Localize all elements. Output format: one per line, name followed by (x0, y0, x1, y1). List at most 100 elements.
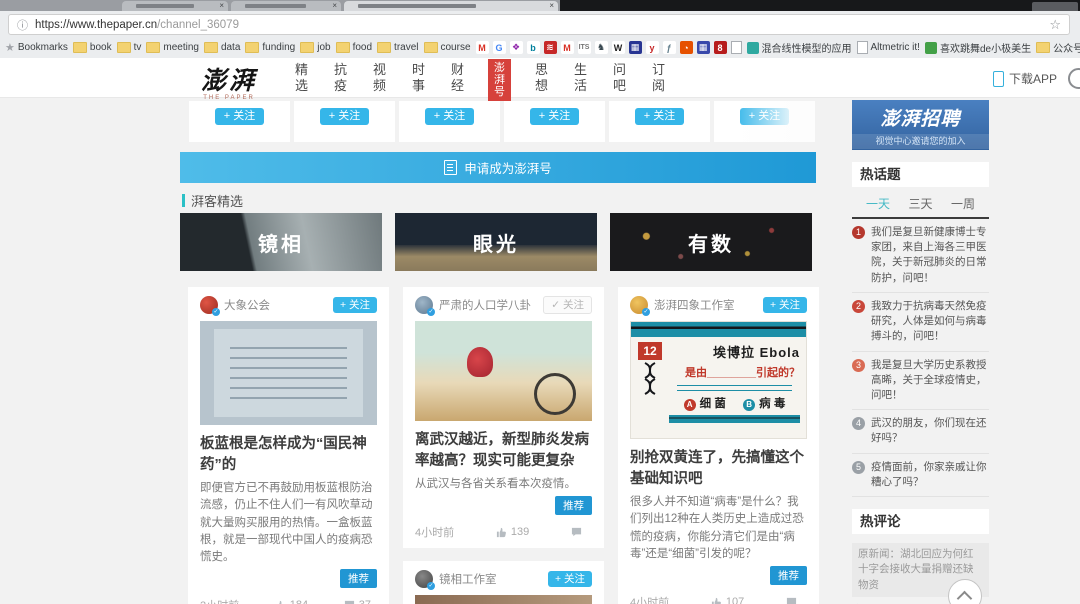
follow-button[interactable]: + 关注 (425, 108, 474, 125)
article-image-partial[interactable] (415, 595, 592, 604)
recruit-banner[interactable]: 澎湃招聘 视觉中心邀请您的加入 (852, 100, 989, 150)
bookmark-item[interactable]: job (300, 42, 330, 53)
bookmark-item[interactable]: 喜欢跳舞de小极美生 (925, 40, 1031, 55)
account-avatar[interactable]: ✓ (630, 296, 648, 314)
search-icon[interactable] (1068, 68, 1080, 89)
account-name[interactable]: 大象公会 (224, 297, 327, 313)
article-title[interactable]: 板蓝根是怎样成为“国民神药”的 (200, 434, 377, 475)
account-name[interactable]: 严肃的人口学八卦 (439, 297, 537, 313)
suggested-account-card[interactable]: + 关注 (399, 101, 500, 142)
bookmark-item[interactable]: food (336, 42, 372, 53)
nav-item-subscribe[interactable]: 订阅 (650, 62, 667, 95)
browser-tab[interactable]: × (122, 1, 228, 11)
suggested-account-card[interactable]: + 关注 (714, 101, 815, 142)
page-info-icon[interactable]: ⓘ (17, 17, 28, 33)
comment-count[interactable]: 37 (344, 599, 371, 604)
favicon-bookmark[interactable]: ▦ (629, 41, 642, 54)
suggested-account-card[interactable]: + 关注 (609, 101, 710, 142)
suggested-account-card[interactable]: + 关注 (504, 101, 605, 142)
browser-tab[interactable]: × (231, 1, 341, 11)
follow-button[interactable]: + 关注 (763, 297, 807, 313)
favicon-bookmark[interactable]: ≋ (544, 41, 557, 54)
follow-button[interactable]: + 关注 (635, 108, 684, 125)
suggested-account-card[interactable]: + 关注 (189, 101, 290, 142)
bookmark-item[interactable]: meeting (146, 42, 199, 53)
topic-item[interactable]: 4武汉的朋友，你们现在还好吗？ (852, 410, 989, 453)
bookmark-item[interactable]: travel (377, 42, 418, 53)
nav-item-ask[interactable]: 问吧 (611, 62, 628, 95)
channel-banner-yanguang[interactable]: 眼光 (395, 213, 597, 271)
like-count[interactable]: 107 (711, 596, 744, 604)
browser-tab-active[interactable]: × (344, 1, 558, 11)
channel-banner-youshu[interactable]: 有数 (610, 213, 812, 271)
comment-count[interactable] (571, 527, 586, 538)
topic-item[interactable]: 2我致力于抗病毒天然免疫研究，人体是如何与病毒搏斗的，问吧！ (852, 293, 989, 352)
tab-one-day[interactable]: 一天 (866, 195, 890, 212)
favicon-bookmark[interactable]: ƒ (663, 41, 676, 54)
favicon-bookmark[interactable]: ▦ (697, 41, 710, 54)
favicon-bookmark[interactable]: b (527, 41, 540, 54)
nav-item-featured[interactable]: 精选 (293, 62, 310, 95)
article-image-poster[interactable] (415, 321, 592, 421)
nav-item-life[interactable]: 生活 (572, 62, 589, 95)
tab-close-icon[interactable]: × (332, 0, 337, 11)
nav-item-penpai-hao-active[interactable]: 澎湃号 (488, 59, 511, 101)
favicon-bookmark[interactable]: 8 (714, 41, 727, 54)
topic-item[interactable]: 3我是复旦大学历史系教授高晞，关于全球疫情史，问吧！ (852, 352, 989, 411)
like-count[interactable]: 184 (275, 599, 308, 604)
address-bar[interactable]: ⓘ https://www.thepaper.cn /channel_36079… (8, 14, 1070, 35)
favicon-bookmark[interactable]: M (476, 41, 489, 54)
new-tab-button[interactable] (1032, 2, 1078, 11)
nav-item-video[interactable]: 视频 (371, 62, 388, 95)
bookmark-item[interactable]: book (73, 42, 112, 53)
account-avatar[interactable]: ✓ (415, 570, 433, 588)
follow-button[interactable]: + 关注 (320, 108, 369, 125)
favicon-bookmark[interactable]: y (646, 41, 659, 54)
topic-item[interactable]: 1我们是复旦新健康博士专家团，来自上海各三甲医院，关于新冠肺炎的日常防护，问吧！ (852, 219, 989, 293)
bookmark-item[interactable]: course (424, 42, 471, 53)
favicon-bookmark[interactable]: ◔ (680, 41, 693, 54)
like-count[interactable]: 139 (496, 526, 529, 538)
favicon-bookmark[interactable]: ♞ (595, 41, 608, 54)
nav-item-antiepidemic[interactable]: 抗疫 (332, 62, 349, 95)
tab-one-week[interactable]: 一周 (951, 195, 975, 212)
tab-close-icon[interactable]: × (219, 0, 224, 11)
followed-button[interactable]: ✓ 关注 (543, 296, 592, 314)
tab-three-days[interactable]: 三天 (908, 195, 932, 212)
favicon-bookmark[interactable]: G (493, 41, 506, 54)
bookmark-item[interactable]: funding (245, 42, 295, 53)
nav-item-thought[interactable]: 思想 (533, 62, 550, 95)
channel-banner-jingxiang[interactable]: 镜相 (180, 213, 382, 271)
bookmark-item[interactable]: data (204, 42, 240, 53)
nav-item-news[interactable]: 时事 (410, 62, 427, 95)
article-image-book-page[interactable] (200, 321, 377, 425)
download-app-button[interactable]: 下载APP (993, 70, 1057, 87)
account-avatar[interactable]: ✓ (415, 296, 433, 314)
bookmark-item[interactable]: 混合线性模型的应用 (747, 40, 852, 55)
favicon-bookmark[interactable]: ❖ (510, 41, 523, 54)
topic-item[interactable]: 5疫情面前，你家亲戚让你糟心了吗？ (852, 454, 989, 497)
bookmark-item[interactable]: ★Bookmarks (5, 41, 68, 54)
favicon-bookmark[interactable]: ITS (578, 41, 591, 54)
follow-button[interactable]: + 关注 (548, 571, 592, 587)
comment-count[interactable] (786, 597, 801, 604)
favicon-bookmark[interactable]: W (612, 41, 625, 54)
article-title[interactable]: 别抢双黄连了，先搞懂这个基础知识吧 (630, 448, 807, 489)
suggested-account-card[interactable]: + 关注 (294, 101, 395, 142)
follow-button[interactable]: + 关注 (333, 297, 377, 313)
apply-penpai-hao-banner[interactable]: 申请成为澎湃号 (180, 152, 816, 183)
nav-item-finance[interactable]: 财经 (449, 62, 466, 95)
bookmark-star-icon[interactable]: ☆ (1049, 17, 1061, 33)
account-name[interactable]: 镜相工作室 (439, 571, 542, 587)
bookmark-item[interactable]: tv (117, 42, 142, 53)
account-avatar[interactable]: ✓ (200, 296, 218, 314)
bookmark-item[interactable]: Altmetric it! (857, 41, 920, 54)
tab-close-icon[interactable]: × (549, 0, 554, 11)
doc-bookmark[interactable] (731, 41, 742, 54)
account-name[interactable]: 澎湃四象工作室 (654, 297, 757, 313)
favicon-bookmark[interactable]: M (561, 41, 574, 54)
article-title[interactable]: 离武汉越近，新型肺炎发病率越高？现实可能更复杂 (415, 430, 592, 471)
thepaper-logo[interactable]: 澎湃 THE PAPER (186, 61, 272, 101)
follow-button[interactable]: + 关注 (215, 108, 264, 125)
article-image-ebola-quiz[interactable]: 12 埃博拉 Ebola 是由________引起的？ A细 菌 B病 毒 (630, 321, 807, 439)
